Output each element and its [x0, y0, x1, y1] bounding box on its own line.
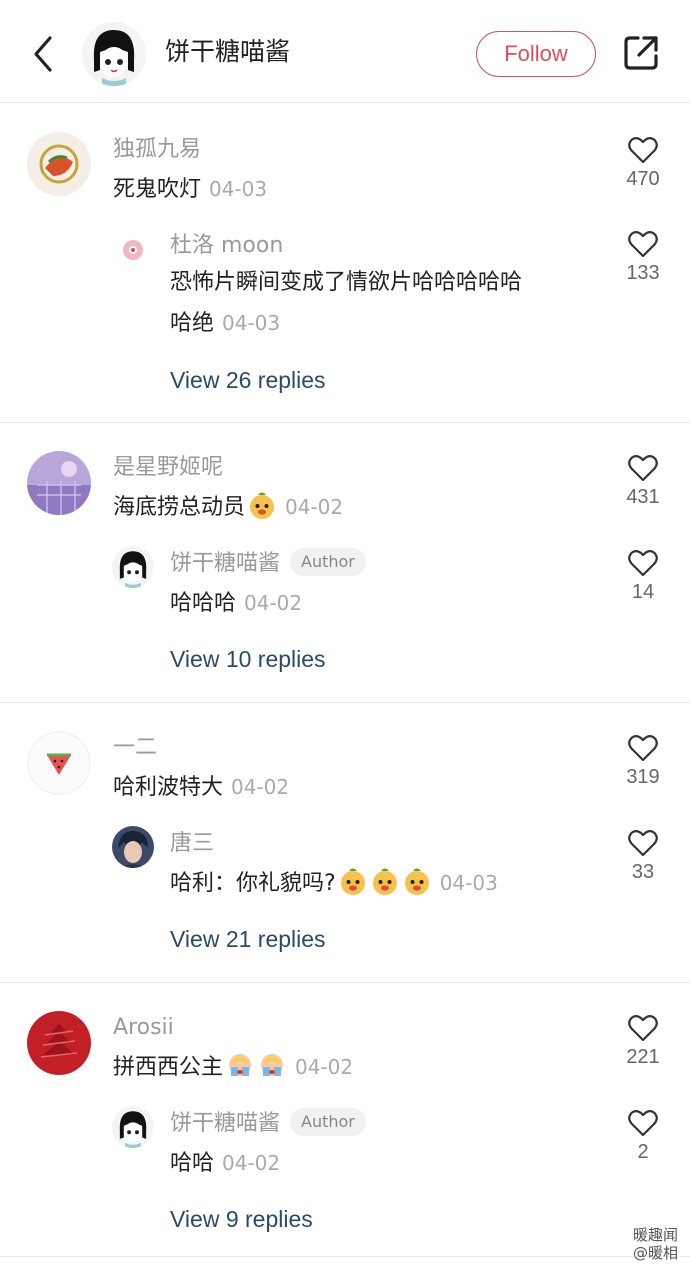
avatar[interactable] — [112, 826, 154, 868]
heart-outline-icon[interactable] — [628, 454, 658, 482]
like-button[interactable]: 470 — [613, 136, 673, 191]
commenter-name[interactable]: 是星野姬呢 — [113, 453, 223, 483]
watermark-line2: @暖相 — [632, 1244, 678, 1262]
replier-username[interactable]: 饼干糖喵酱 — [170, 551, 280, 576]
replier-name: 饼干糖喵酱 Author — [170, 548, 366, 579]
chevron-left-icon[interactable] — [28, 34, 60, 74]
replier-name[interactable]: 杜洛 moon — [170, 231, 283, 261]
fish-face-emoji-icon — [372, 868, 397, 895]
like-count: 470 — [626, 168, 660, 190]
commenter-name[interactable]: 独孤九易 — [113, 135, 201, 165]
reply-text-line2: 哈绝 04-03 — [170, 304, 280, 343]
avatar[interactable] — [27, 1011, 91, 1075]
reply-date: 04-03 — [222, 311, 281, 335]
comment-thread: 一二 哈利波特大 04-02 319 唐三 哈利：你礼貌吗? 04-03 33 Vi… — [0, 703, 690, 983]
reply-date: 04-02 — [222, 1151, 281, 1175]
like-count: 319 — [626, 766, 660, 788]
heart-outline-icon[interactable] — [628, 1109, 658, 1137]
reply-body: 哈哈哈 — [170, 591, 237, 616]
view-replies-link[interactable]: View 9 replies — [170, 1203, 313, 1235]
comment-thread: 是星野姬呢 海底捞总动员 04-02 431 饼干糖喵酱 Author 哈哈哈 04-… — [0, 423, 690, 703]
avatar[interactable] — [112, 546, 154, 588]
reply-text: 哈哈哈 04-02 — [170, 584, 302, 623]
like-button[interactable]: 319 — [613, 734, 673, 789]
watermark: 暖趣闻 @暖相 — [633, 1226, 678, 1262]
like-button[interactable]: 133 — [613, 230, 673, 285]
like-button[interactable]: 33 — [613, 829, 673, 884]
comment-text: 海底捞总动员 04-02 — [113, 488, 343, 527]
heart-outline-icon[interactable] — [628, 230, 658, 258]
avatar[interactable] — [112, 1106, 154, 1148]
watermark-line1: 暖趣闻 — [632, 1226, 678, 1244]
like-button[interactable]: 2 — [613, 1109, 673, 1164]
like-count: 14 — [631, 581, 655, 603]
commenter-name[interactable]: 一二 — [113, 733, 157, 763]
fish-face-emoji-icon — [340, 868, 365, 895]
like-button[interactable]: 14 — [613, 549, 673, 604]
comment-body: 海底捞总动员 — [113, 495, 246, 520]
author-badge: Author — [290, 1108, 366, 1136]
like-count: 221 — [626, 1046, 660, 1068]
avatar[interactable] — [112, 229, 154, 271]
replier-name[interactable]: 唐三 — [170, 829, 214, 859]
author-name[interactable]: 饼干糖喵酱 — [165, 36, 290, 68]
share-external-icon[interactable] — [622, 34, 660, 72]
top-bar: 饼干糖喵酱 Follow — [0, 0, 690, 103]
comment-text: 拼西西公主 04-02 — [113, 1048, 353, 1087]
reply-date: 04-02 — [244, 591, 303, 615]
comment-date: 04-02 — [295, 1055, 354, 1079]
view-replies-link[interactable]: View 26 replies — [170, 364, 326, 396]
comment-body: 哈利波特大 — [113, 775, 224, 800]
comment-thread: 独孤九易 死鬼吹灯 04-03 470 杜洛 moon 恐怖片瞬间变成了情欲片哈哈… — [0, 103, 690, 423]
comment-date: 04-02 — [231, 775, 290, 799]
author-badge: Author — [290, 548, 366, 576]
crying-face-emoji-icon — [229, 1054, 252, 1076]
avatar[interactable] — [27, 132, 91, 196]
reply-text: 哈哈 04-02 — [170, 1144, 280, 1183]
fish-face-emoji-icon — [250, 492, 275, 519]
view-replies-link[interactable]: View 21 replies — [170, 923, 326, 955]
like-count: 2 — [637, 1141, 649, 1163]
reply-text-line1: 恐怖片瞬间变成了情欲片哈哈哈哈哈 — [170, 270, 523, 295]
fish-face-emoji-icon — [404, 868, 429, 895]
comment-body: 拼西西公主 — [113, 1055, 224, 1080]
heart-outline-icon[interactable] — [628, 136, 658, 164]
reply-date: 04-03 — [439, 871, 498, 895]
reply-body: 哈利：你礼貌吗? — [170, 871, 336, 896]
author-avatar[interactable] — [82, 22, 146, 86]
comment-date: 04-02 — [285, 495, 344, 519]
replier-username[interactable]: 饼干糖喵酱 — [170, 1111, 280, 1136]
comment-text: 哈利波特大 04-02 — [113, 768, 289, 807]
comment-thread: Arosii 拼西西公主 04-02 221 饼干糖喵酱 Author 哈哈 04-0… — [0, 983, 690, 1257]
heart-outline-icon[interactable] — [628, 549, 658, 577]
like-count: 431 — [626, 486, 660, 508]
comment-body: 死鬼吹灯 — [113, 177, 202, 202]
follow-button[interactable]: Follow — [476, 31, 596, 77]
avatar[interactable] — [27, 731, 91, 795]
heart-outline-icon[interactable] — [628, 1014, 658, 1042]
heart-outline-icon[interactable] — [628, 734, 658, 762]
crying-face-emoji-icon — [261, 1054, 284, 1076]
like-button[interactable]: 221 — [613, 1014, 673, 1069]
heart-outline-icon[interactable] — [628, 829, 658, 857]
reply-body: 哈绝 — [170, 311, 215, 336]
avatar[interactable] — [27, 451, 91, 515]
like-count: 33 — [631, 861, 655, 883]
like-count: 133 — [626, 262, 660, 284]
like-button[interactable]: 431 — [613, 454, 673, 509]
comment-text: 死鬼吹灯 04-03 — [113, 170, 267, 209]
commenter-name[interactable]: Arosii — [113, 1013, 174, 1043]
replier-name: 饼干糖喵酱 Author — [170, 1108, 366, 1139]
reply-text: 哈利：你礼貌吗? 04-03 — [170, 864, 498, 903]
view-replies-link[interactable]: View 10 replies — [170, 643, 326, 675]
comment-date: 04-03 — [209, 177, 268, 201]
reply-body: 哈哈 — [170, 1151, 215, 1176]
